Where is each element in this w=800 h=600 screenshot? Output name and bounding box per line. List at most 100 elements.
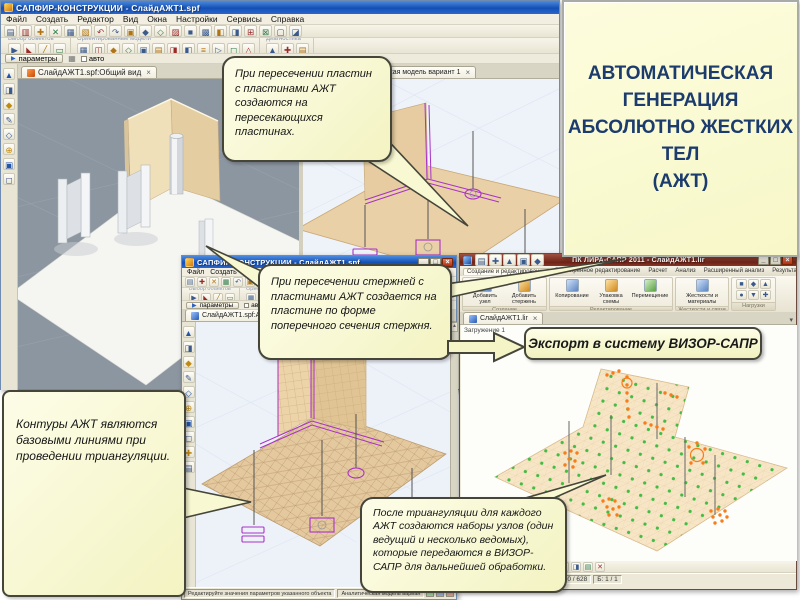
titlebar-sapphire-main[interactable]: САПФИР-КОНСТРУКЦИИ - СлайдАЖТ1.spf: [1, 1, 559, 14]
toolbar-icon[interactable]: ⊠: [259, 25, 272, 37]
menu-item[interactable]: Сервисы: [227, 14, 262, 24]
callout-contours: Контуры АЖТ являются базовыми линиями пр…: [2, 390, 186, 597]
toolbar-icon[interactable]: ▦: [77, 43, 90, 54]
toolbar-icon[interactable]: ╱: [38, 43, 51, 54]
tool-icon[interactable]: ✎: [3, 113, 15, 125]
toolbar-icon[interactable]: ✚: [281, 43, 294, 54]
toolbar-icon[interactable]: ⊞: [244, 25, 257, 37]
menu-item[interactable]: Справка: [271, 14, 304, 24]
tool-icon[interactable]: ▣: [3, 158, 15, 170]
toolbar-icon[interactable]: ◧: [214, 25, 227, 37]
chevron-down-icon[interactable]: ▾: [789, 316, 793, 324]
toolbar-icon[interactable]: ▨: [169, 25, 182, 37]
toolbar-icon[interactable]: ▢: [274, 25, 287, 37]
toolbar-icon[interactable]: ▥: [19, 25, 32, 37]
export-arrow-icon: [448, 332, 526, 362]
toolbar-icon[interactable]: ▣: [124, 25, 137, 37]
menu-item[interactable]: Вид: [123, 14, 138, 24]
callout-tail: [175, 470, 260, 530]
toolbar-icon[interactable]: ◇: [154, 25, 167, 37]
toolbar-icon[interactable]: ◣: [23, 43, 36, 54]
loads-icon-grid: ■◆▲ ●▼✚: [736, 279, 771, 300]
tab-lir-document[interactable]: СлайдАЖТ1.lir ×: [463, 312, 543, 324]
tool-icon[interactable]: ◻: [3, 173, 15, 185]
presentation-slide: САПФИР-КОНСТРУКЦИИ - СлайдАЖТ1.spf Файл С…: [0, 0, 800, 600]
parameters-button[interactable]: ▶параметры: [5, 54, 63, 63]
load-icon[interactable]: ▲: [760, 279, 771, 289]
toolbar-icon[interactable]: ◫: [92, 43, 105, 54]
toolbar-icon[interactable]: ↶: [94, 25, 107, 37]
toolbar-icon[interactable]: ◨: [571, 562, 581, 572]
toolbar-icon[interactable]: ▤: [4, 25, 17, 37]
tab-general-view[interactable]: СлайдАЖТ1.spf:Общий вид ×: [21, 66, 157, 78]
toolbar-icon[interactable]: ▤: [152, 43, 165, 54]
ribbon-tab[interactable]: Результаты по конструиров.: [769, 268, 796, 274]
callout-plates: При пересечении пластин с пластинами АЖТ…: [222, 56, 392, 162]
triangle-icon: ▶: [11, 55, 16, 62]
toolbar-icon[interactable]: ▤: [296, 43, 309, 54]
toolbar-icon[interactable]: ✕: [49, 25, 62, 37]
menu-item[interactable]: Файл: [6, 14, 27, 24]
toolbar-icon[interactable]: ◻: [227, 43, 240, 54]
toolbar-icon[interactable]: ▦: [64, 25, 77, 37]
tool-icon[interactable]: ▲: [183, 326, 195, 338]
toolbar-icon[interactable]: ✚: [34, 25, 47, 37]
ribbon-tab[interactable]: Расширенный анализ: [701, 268, 768, 274]
status-hint: Редактируйте значения параметров указанн…: [184, 589, 335, 598]
toolbar-icon[interactable]: ▧: [79, 25, 92, 37]
menu-item[interactable]: Редактор: [77, 14, 114, 24]
toolbar-icon[interactable]: ■: [184, 25, 197, 37]
toolbar-icon[interactable]: ↷: [109, 25, 122, 37]
stiffness-materials-button[interactable]: Жесткости и материалы: [680, 279, 724, 305]
toolbar-icon[interactable]: ◨: [229, 25, 242, 37]
stiffness-icon: [696, 279, 709, 292]
ribbon-group-label: Нагрузки: [732, 302, 775, 310]
tool-icon[interactable]: ▲: [3, 68, 15, 80]
toolbar-icon[interactable]: ◆: [139, 25, 152, 37]
ribbon-tab[interactable]: Расчет: [645, 268, 670, 274]
ribbon-tab[interactable]: Анализ: [672, 268, 698, 274]
toolbar-icon[interactable]: ▷: [212, 43, 225, 54]
close-icon[interactable]: ×: [533, 314, 538, 323]
move-icon: [644, 279, 657, 292]
close-icon[interactable]: ×: [146, 68, 151, 77]
toolbar-icon[interactable]: ◆: [107, 43, 120, 54]
toolbar-icon[interactable]: △: [242, 43, 255, 54]
toolbar-icon[interactable]: ✕: [595, 562, 605, 572]
load-icon[interactable]: ■: [736, 279, 747, 289]
toolbar-icon[interactable]: ◇: [122, 43, 135, 54]
move-button[interactable]: Перемещение: [632, 279, 668, 299]
tool-icon[interactable]: ⊕: [3, 143, 15, 155]
load-icon[interactable]: ●: [736, 290, 747, 300]
grid-toggle-icon[interactable]: ▦: [68, 54, 76, 63]
toolbar-icon[interactable]: ◧: [182, 43, 195, 54]
toolbar-groups-row: Выбор объектов ▶◣╱▭ Ориентированные моде…: [1, 38, 559, 54]
toolbar-icon[interactable]: ▩: [199, 25, 212, 37]
tool-icon[interactable]: ◆: [183, 356, 195, 368]
menu-item[interactable]: Создать: [36, 14, 68, 24]
app-icon-sapphire: [4, 3, 13, 12]
menu-item[interactable]: Настройки: [176, 14, 218, 24]
tool-icon[interactable]: ◇: [3, 128, 15, 140]
toolbar-icon[interactable]: ▶: [8, 43, 21, 54]
load-icon[interactable]: ◆: [748, 279, 759, 289]
toolbar-icon[interactable]: ▭: [53, 43, 66, 54]
menu-item[interactable]: Окна: [147, 14, 167, 24]
tool-icon[interactable]: ✎: [183, 371, 195, 383]
auto-checkbox[interactable]: авто: [81, 54, 105, 63]
toolbar-icon[interactable]: ◪: [289, 25, 302, 37]
toolbar-icon[interactable]: ▤: [583, 562, 593, 572]
toolbar-icon[interactable]: ▲: [266, 43, 279, 54]
toolbar-icon[interactable]: ≡: [197, 43, 210, 54]
checkbox-icon: [81, 56, 87, 62]
load-icon[interactable]: ▼: [748, 290, 759, 300]
tool-icon[interactable]: ◨: [183, 341, 195, 353]
document-icon: [27, 69, 35, 77]
load-icon[interactable]: ✚: [760, 290, 771, 300]
close-icon[interactable]: ×: [465, 68, 470, 77]
tool-icon[interactable]: ◆: [3, 98, 15, 110]
toolbar-icon[interactable]: ▣: [137, 43, 150, 54]
tool-icon[interactable]: ◨: [3, 83, 15, 95]
ribbon-group-loads: ■◆▲ ●▼✚ Нагрузки: [731, 277, 776, 311]
toolbar-icon[interactable]: ◨: [167, 43, 180, 54]
